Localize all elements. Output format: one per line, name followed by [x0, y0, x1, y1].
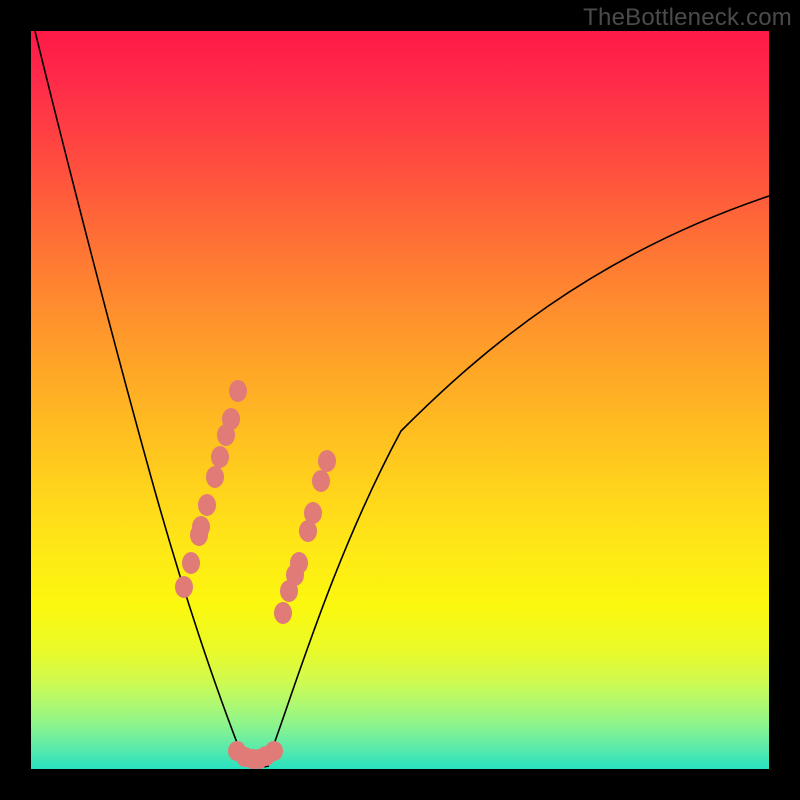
plot-area — [31, 31, 769, 769]
curve-layer — [31, 31, 769, 769]
watermark-text: TheBottleneck.com — [583, 4, 792, 32]
dots-valley — [228, 741, 283, 769]
frame-background: TheBottleneck.com — [0, 0, 800, 800]
left-curve — [35, 31, 246, 766]
right-curve — [266, 196, 769, 766]
dots-left — [175, 380, 247, 598]
